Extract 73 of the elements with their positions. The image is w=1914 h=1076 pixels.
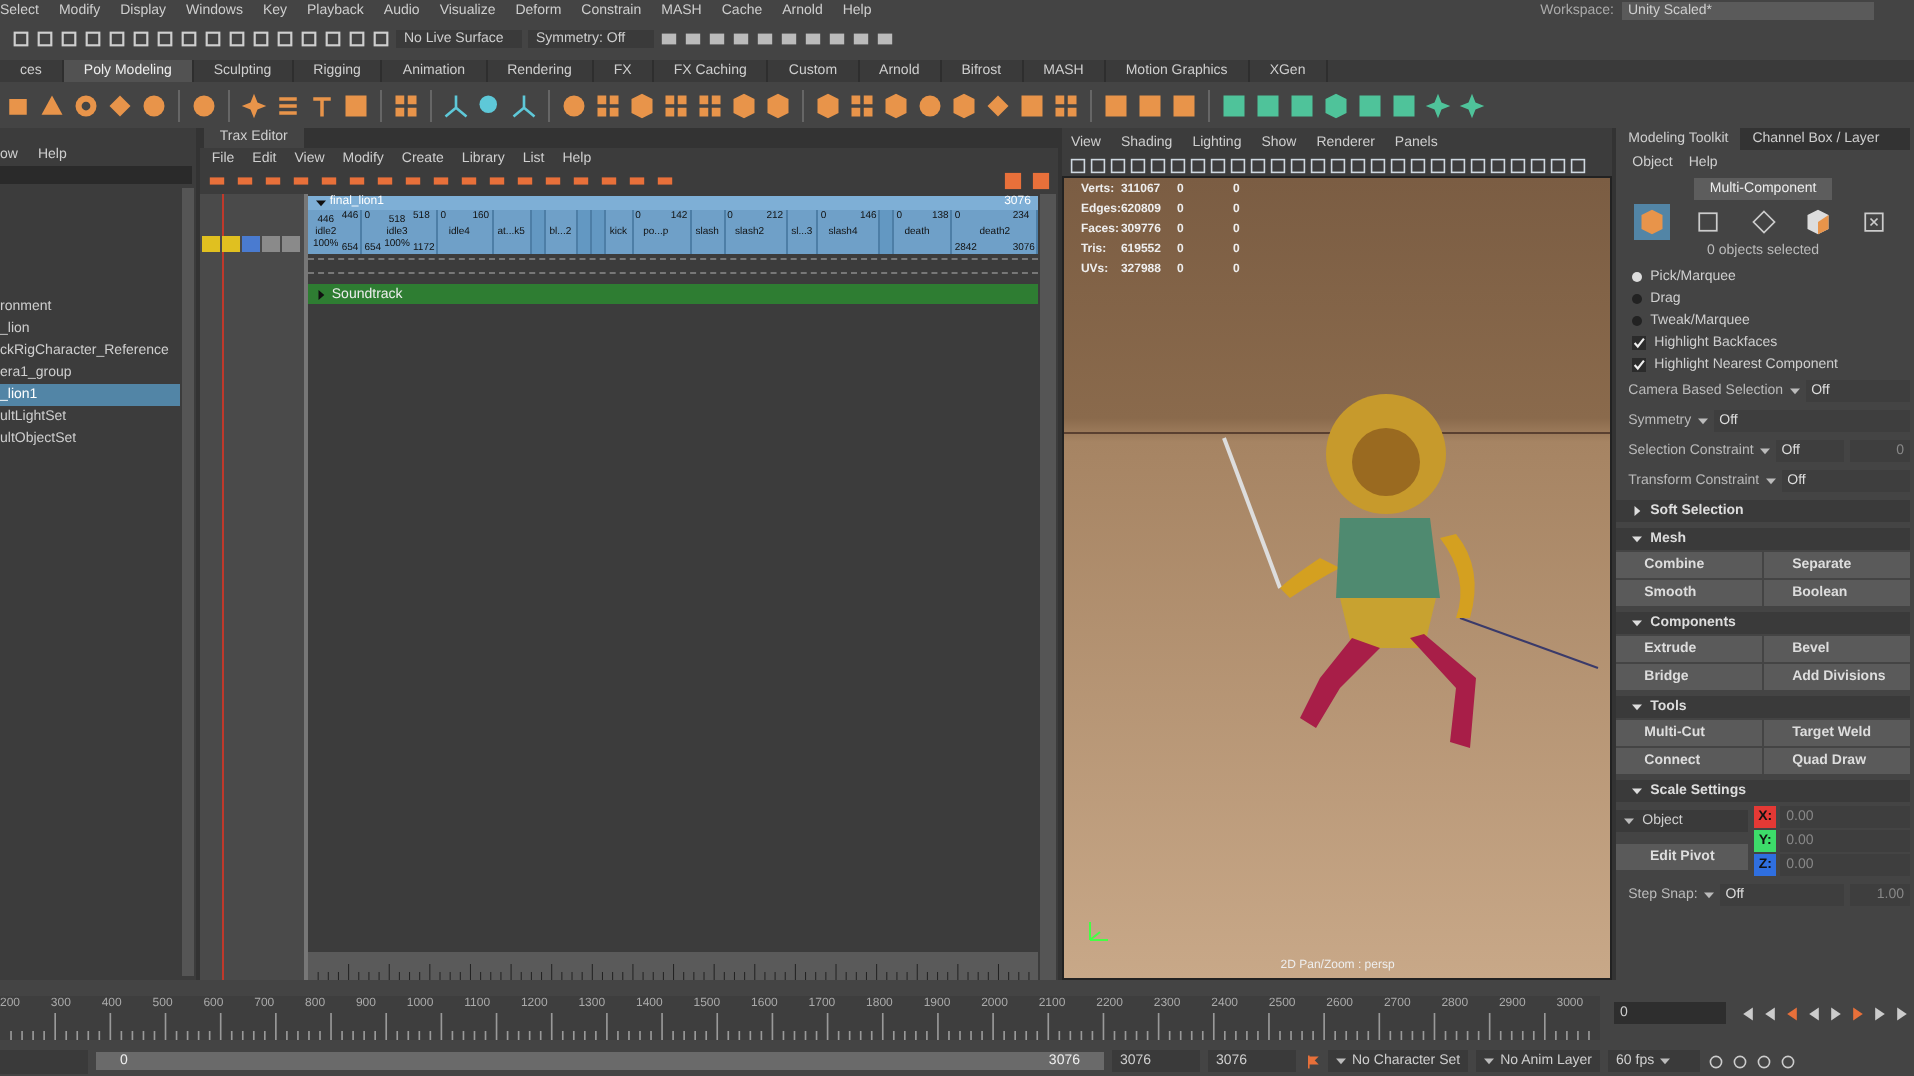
radio-button[interactable] — [1632, 271, 1643, 281]
key-forward-icon[interactable] — [1850, 1005, 1866, 1021]
square-icon[interactable] — [342, 91, 370, 119]
caret-icon[interactable] — [1336, 1056, 1346, 1066]
caret-icon[interactable] — [1632, 618, 1643, 628]
caret-icon[interactable] — [1484, 1056, 1495, 1066]
cone-icon[interactable] — [38, 91, 66, 119]
sphere-icon[interactable] — [916, 91, 944, 119]
caret-icon[interactable] — [1759, 445, 1770, 455]
axis-icon — [1084, 918, 1113, 946]
cube-icon[interactable] — [950, 91, 978, 119]
square-icon[interactable] — [1136, 91, 1164, 119]
star-icon[interactable] — [1458, 91, 1486, 119]
grid-icon[interactable] — [392, 91, 420, 119]
scrollbar[interactable] — [181, 188, 194, 976]
cube-icon[interactable] — [628, 91, 656, 119]
caret-icon[interactable] — [1789, 385, 1800, 395]
star-icon[interactable] — [240, 91, 268, 119]
gizmo-icon[interactable] — [510, 91, 538, 119]
sphere-icon[interactable] — [140, 91, 168, 119]
caret-icon[interactable] — [1632, 786, 1643, 796]
cube-icon[interactable] — [814, 91, 842, 119]
gizmo-icon[interactable] — [442, 91, 470, 119]
cube-icon[interactable] — [730, 91, 758, 119]
key-icon[interactable] — [1304, 1053, 1320, 1069]
sphere-icon[interactable] — [190, 91, 218, 119]
caret-icon[interactable] — [1632, 506, 1643, 516]
text-icon[interactable] — [308, 91, 336, 119]
skip-start-icon[interactable] — [1740, 1005, 1756, 1021]
square-icon[interactable] — [1356, 91, 1384, 119]
scrollbar[interactable] — [1040, 194, 1057, 980]
square-icon[interactable] — [1018, 91, 1046, 119]
checkbox[interactable] — [1632, 335, 1647, 349]
grid-icon[interactable] — [696, 91, 724, 119]
caret-icon[interactable] — [315, 289, 326, 299]
cube-icon[interactable] — [1322, 91, 1350, 119]
grid-icon[interactable] — [662, 91, 690, 119]
sphere-icon[interactable] — [560, 91, 588, 119]
play-icon[interactable] — [1828, 1005, 1844, 1021]
caret-icon[interactable] — [1765, 475, 1776, 485]
square-icon[interactable] — [1254, 91, 1282, 119]
lock-icon[interactable] — [201, 236, 220, 252]
star-icon[interactable] — [1424, 91, 1452, 119]
torus-icon[interactable] — [72, 91, 100, 119]
cube-icon[interactable] — [764, 91, 792, 119]
cube-icon[interactable] — [1634, 204, 1671, 240]
caret-icon[interactable] — [1632, 702, 1643, 712]
square-icon[interactable] — [1390, 91, 1418, 119]
step-forward-icon[interactable] — [1872, 1005, 1888, 1021]
caret-icon[interactable] — [1697, 415, 1708, 425]
square-icon[interactable] — [1288, 91, 1316, 119]
radio-button[interactable] — [1632, 293, 1643, 303]
caret-icon[interactable] — [1703, 889, 1714, 899]
caret-icon[interactable] — [1632, 534, 1643, 544]
cube-icon[interactable] — [882, 91, 910, 119]
grid-icon[interactable] — [594, 91, 622, 119]
square-icon[interactable] — [1170, 91, 1198, 119]
radio-button[interactable] — [1632, 315, 1643, 325]
key-back-icon[interactable] — [1784, 1005, 1800, 1021]
skip-end-icon[interactable] — [1894, 1005, 1910, 1021]
checkbox[interactable] — [1632, 357, 1647, 371]
step-back-icon[interactable] — [1762, 1005, 1778, 1021]
grid-icon[interactable] — [848, 91, 876, 119]
diamond-icon[interactable] — [106, 91, 134, 119]
square-icon[interactable] — [1220, 91, 1248, 119]
grid-icon[interactable] — [1052, 91, 1080, 119]
square-icon[interactable] — [1102, 91, 1130, 119]
animation-clip[interactable] — [880, 210, 895, 254]
play-back-icon[interactable] — [1806, 1005, 1822, 1021]
mute-icon[interactable] — [221, 236, 240, 252]
caret-icon[interactable] — [1660, 1056, 1671, 1066]
diamond-icon[interactable] — [984, 91, 1012, 119]
caret-icon[interactable] — [1624, 816, 1635, 826]
